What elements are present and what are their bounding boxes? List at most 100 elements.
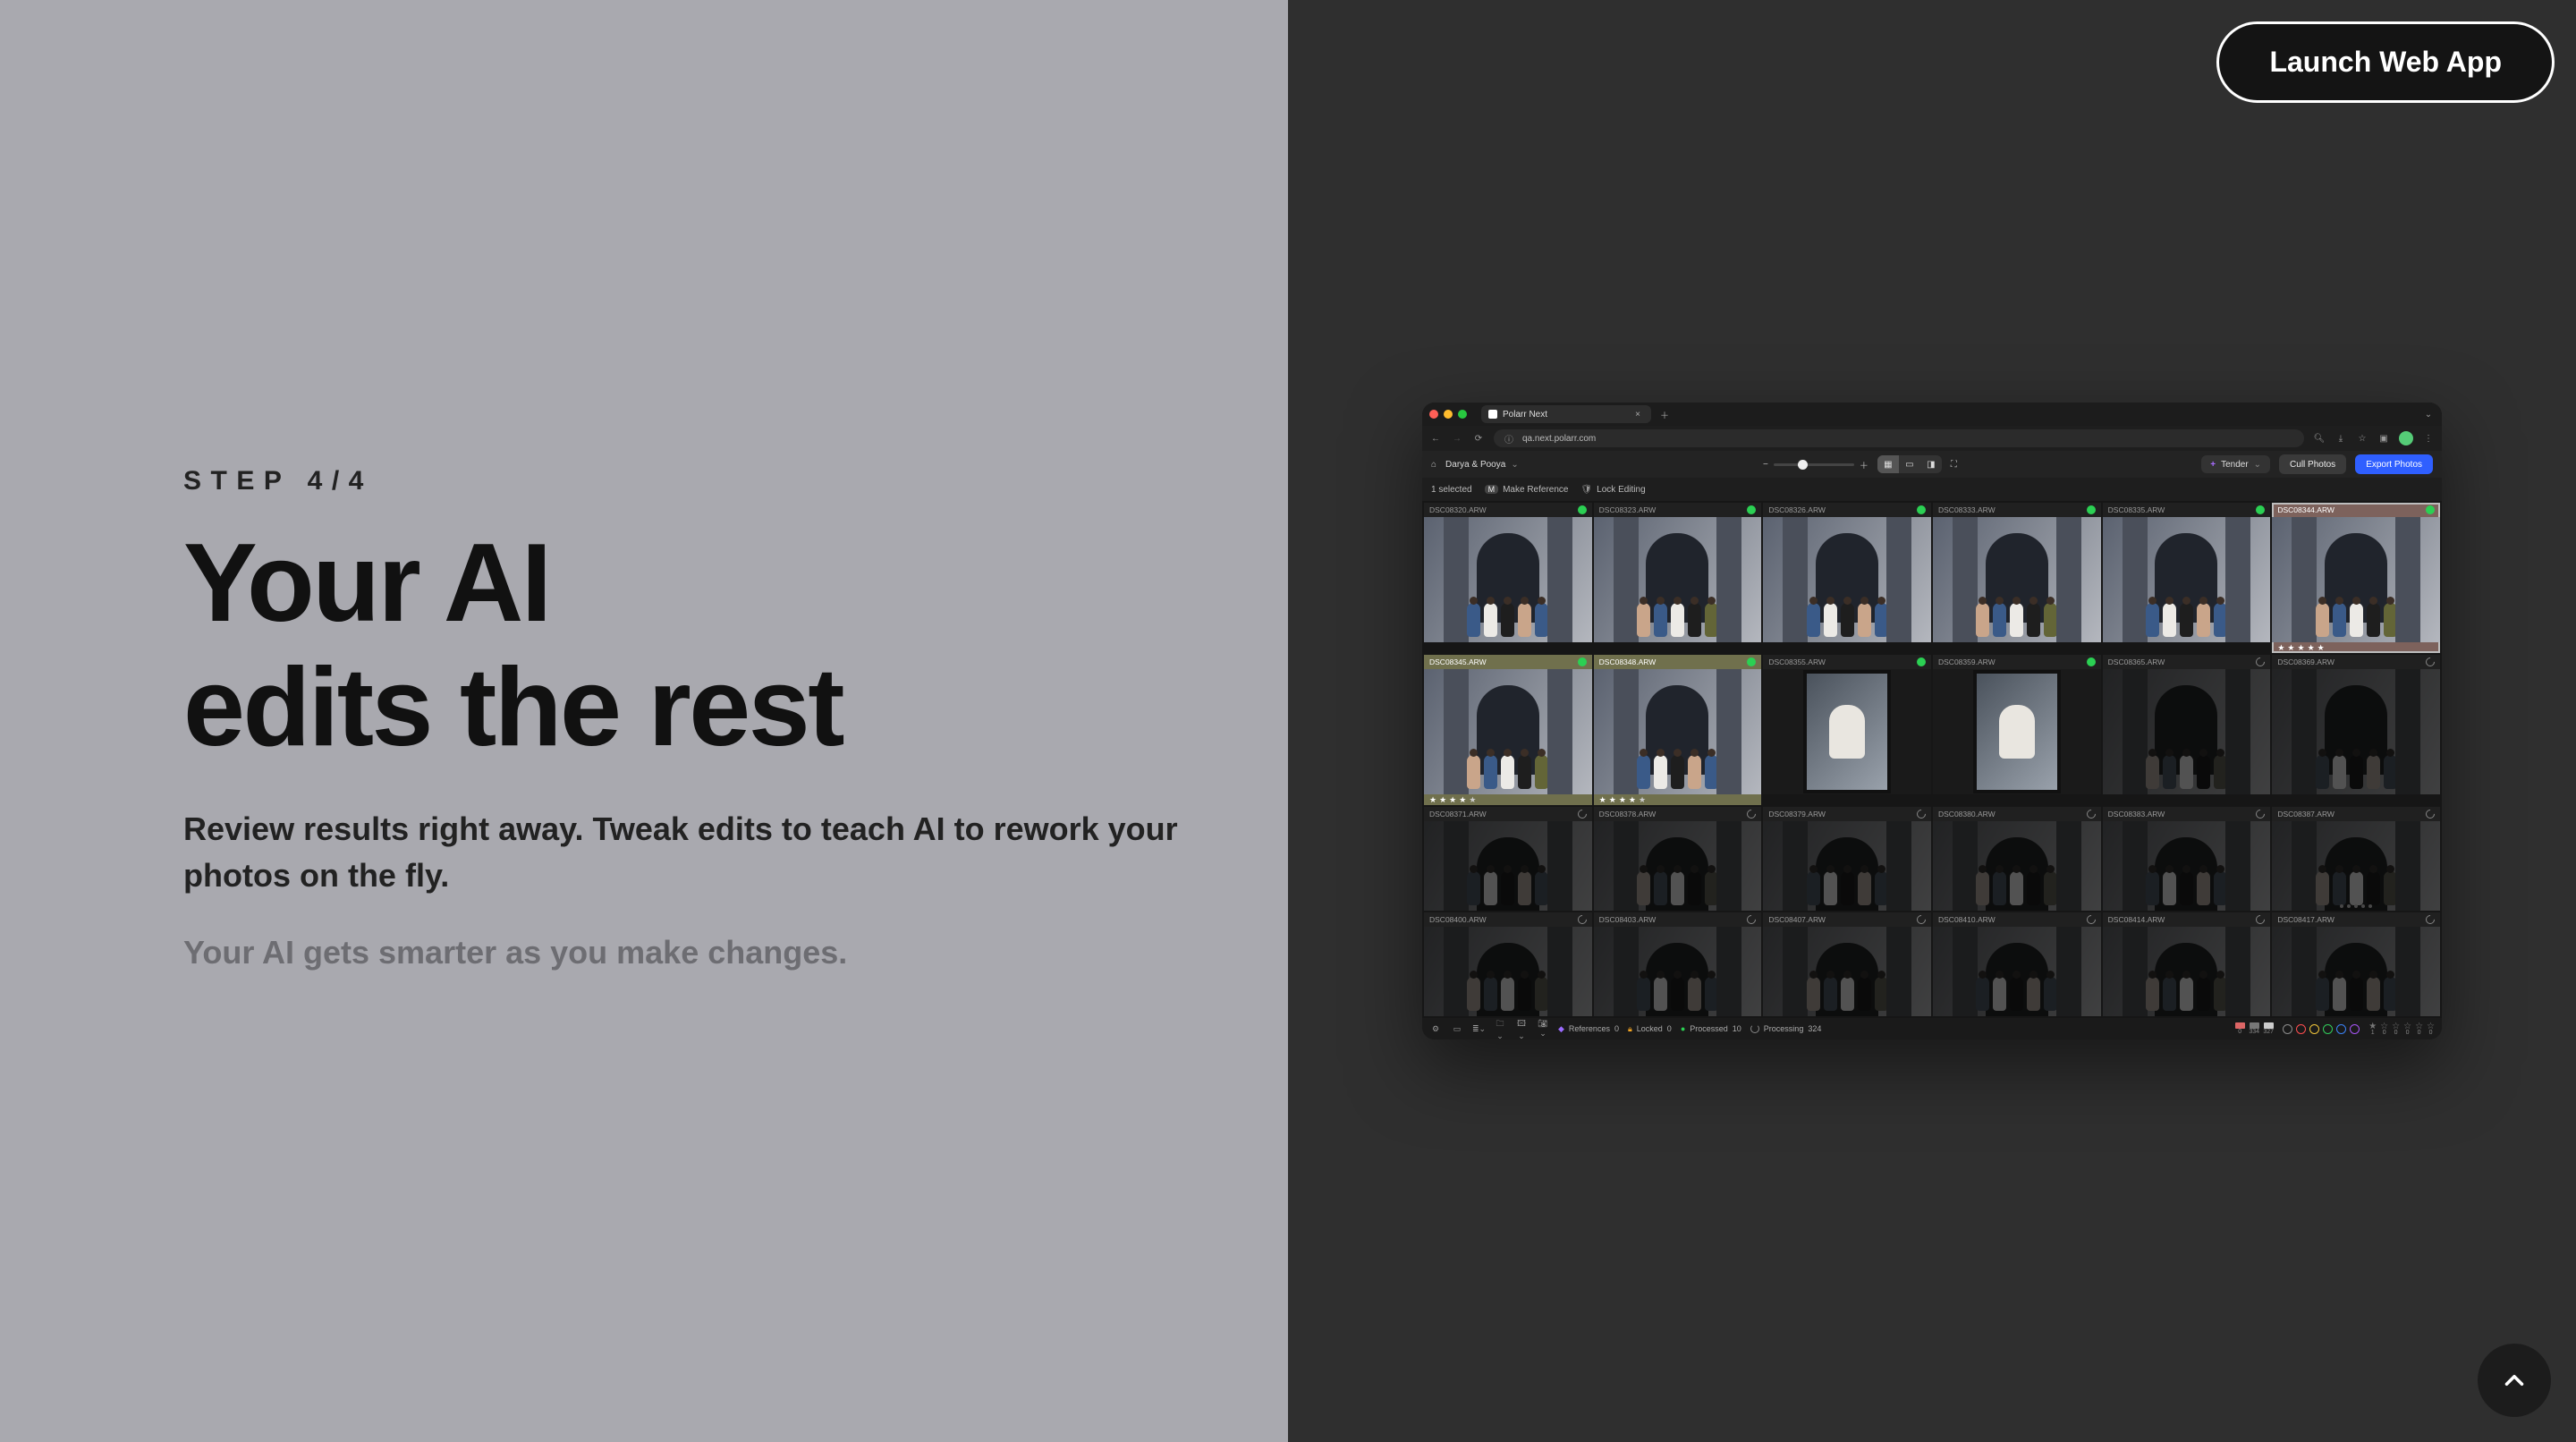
camera-icon[interactable]: 📷︎⌄	[1537, 1019, 1549, 1039]
site-info-icon[interactable]: ⓘ	[1503, 432, 1515, 445]
photo-thumbnail[interactable]: DSC08383.ARW	[2103, 807, 2271, 911]
thumbnail-image	[2103, 927, 2271, 1016]
photo-thumbnail[interactable]: DSC08378.ARW	[1594, 807, 1762, 911]
window-minimize-dot[interactable]	[1444, 410, 1453, 419]
zoom-in-icon[interactable]: ＋	[1860, 458, 1868, 471]
search-icon[interactable]: 🔍︎	[2313, 434, 2326, 444]
processed-counter: ● Processed 10	[1681, 1024, 1741, 1033]
status-processing-icon	[2254, 808, 2267, 820]
compare-view-icon[interactable]: ◨	[1920, 455, 1942, 473]
nav-reload-icon[interactable]: ⟳	[1472, 434, 1485, 444]
photo-thumbnail[interactable]: DSC08333.ARW	[1933, 503, 2101, 653]
tab-overflow-icon[interactable]: ⌄	[2422, 410, 2435, 420]
photo-thumbnail[interactable]: DSC08403.ARW	[1594, 912, 1762, 1016]
zoom-slider[interactable]: − ＋	[1763, 458, 1868, 471]
color-label-filter[interactable]	[2283, 1024, 2360, 1034]
photo-thumbnail[interactable]: DSC08365.ARW	[2103, 655, 2271, 805]
body-paragraph-2: Your AI gets smarter as you make changes…	[183, 929, 1185, 976]
processed-count: 10	[1733, 1024, 1741, 1033]
nav-forward-icon[interactable]: →	[1451, 434, 1463, 444]
photo-thumbnail[interactable]: DSC08379.ARW	[1763, 807, 1931, 911]
scroll-to-top-button[interactable]	[2478, 1344, 2551, 1417]
thumbnail-rating[interactable]: ★★★★★	[1424, 794, 1592, 805]
thumbnail-image	[1594, 927, 1762, 1016]
thumbnail-image	[1763, 669, 1931, 794]
thumbnail-rating[interactable]: ★★★★★	[2272, 642, 2440, 653]
tender-tag-button[interactable]: Tender ⌄	[2201, 455, 2270, 473]
breadcrumb[interactable]: Darya & Pooya ⌄	[1445, 460, 1519, 470]
flag-filter[interactable]: 0 334 327	[2234, 1022, 2274, 1035]
color-red-icon[interactable]	[2296, 1024, 2306, 1034]
bookmark-icon[interactable]: ☆	[2356, 434, 2368, 444]
home-icon[interactable]: ⌂	[1431, 460, 1436, 470]
photo-thumbnail[interactable]: DSC08410.ARW	[1933, 912, 2101, 1016]
color-yellow-icon[interactable]	[2309, 1024, 2319, 1034]
photo-thumbnail[interactable]: DSC08414.ARW	[2103, 912, 2271, 1016]
diamond-icon: ◆	[1558, 1024, 1564, 1034]
color-green-icon[interactable]	[2323, 1024, 2333, 1034]
color-purple-icon[interactable]	[2350, 1024, 2360, 1034]
thumbnail-filename: DSC08379.ARW	[1768, 810, 1826, 819]
photo-thumbnail[interactable]: DSC08407.ARW	[1763, 912, 1931, 1016]
thumbnail-header: DSC08371.ARW	[1424, 807, 1592, 821]
thumbnail-image	[1424, 927, 1592, 1016]
photo-thumbnail[interactable]: DSC08380.ARW	[1933, 807, 2101, 911]
lock-editing-button[interactable]: 🛡︎ Lock Editing	[1580, 485, 1645, 495]
photo-thumbnail[interactable]: DSC08348.ARW★★★★★	[1594, 655, 1762, 805]
photo-thumbnail[interactable]: DSC08417.ARW	[2272, 912, 2440, 1016]
thumbnail-header: DSC08400.ARW	[1424, 912, 1592, 927]
chevron-down-icon: ⌄	[1511, 460, 1518, 470]
browser-tab[interactable]: Polarr Next ×	[1481, 405, 1651, 423]
status-processing-icon	[2254, 913, 2267, 926]
fullscreen-icon[interactable]: ⛶	[1951, 460, 1957, 470]
photo-thumbnail[interactable]: DSC08320.ARW	[1424, 503, 1592, 653]
make-reference-button[interactable]: M Make Reference	[1485, 485, 1569, 495]
thumbnail-filename: DSC08344.ARW	[2277, 505, 2334, 514]
thumbnail-filename: DSC08378.ARW	[1599, 810, 1657, 819]
thumbnail-header: DSC08369.ARW	[2272, 655, 2440, 669]
photo-thumbnail[interactable]: DSC08326.ARW	[1763, 503, 1931, 653]
color-none-icon[interactable]	[2283, 1024, 2292, 1034]
photo-thumbnail[interactable]: DSC08335.ARW	[2103, 503, 2271, 653]
window-zoom-dot[interactable]	[1458, 410, 1467, 419]
thumbnail-image	[2272, 821, 2440, 911]
export-photos-button[interactable]: Export Photos	[2355, 454, 2433, 474]
photo-thumbnail[interactable]: DSC08355.ARW	[1763, 655, 1931, 805]
launch-web-app-button[interactable]: Launch Web App	[2216, 21, 2555, 103]
zoom-track[interactable]	[1774, 463, 1854, 466]
photo-thumbnail[interactable]: DSC08359.ARW	[1933, 655, 2101, 805]
photo-thumbnail[interactable]: DSC08345.ARW★★★★★	[1424, 655, 1592, 805]
tab-favicon	[1488, 410, 1497, 419]
photo-thumbnail[interactable]: DSC08371.ARW	[1424, 807, 1592, 911]
thumbnail-rating[interactable]: ★★★★★	[1594, 794, 1762, 805]
screen-icon[interactable]: ▭	[1451, 1024, 1463, 1034]
browser-menu-icon[interactable]: ⋮	[2422, 434, 2435, 444]
photo-thumbnail[interactable]: DSC08400.ARW	[1424, 912, 1592, 1016]
window-close-dot[interactable]	[1429, 410, 1438, 419]
photo-thumbnail[interactable]: DSC08323.ARW	[1594, 503, 1762, 653]
profile-avatar[interactable]	[2399, 431, 2413, 445]
star-filter[interactable]: ★1 ☆0 ☆0 ☆0 ☆0 ☆0	[2368, 1022, 2435, 1036]
image-icon[interactable]: 🖾⌄	[1515, 1017, 1528, 1040]
new-tab-button[interactable]: ＋	[1658, 408, 1671, 421]
folder-icon[interactable]: 🗀⌄	[1494, 1017, 1506, 1040]
extensions-icon[interactable]: ▣	[2377, 434, 2390, 444]
zoom-handle[interactable]	[1798, 460, 1808, 470]
zoom-out-icon[interactable]: −	[1763, 460, 1768, 470]
settings-icon[interactable]: ⚙︎	[1429, 1024, 1442, 1034]
nav-back-icon[interactable]: ←	[1429, 434, 1442, 444]
photo-thumbnail[interactable]: DSC08369.ARW	[2272, 655, 2440, 805]
photo-thumbnail[interactable]: DSC08344.ARW ★★★★★	[2272, 503, 2440, 653]
photo-thumbnail[interactable]: DSC08387.ARW	[2272, 807, 2440, 911]
filmstrip-view-icon[interactable]: ▭	[1899, 455, 1920, 473]
tab-close-icon[interactable]: ×	[1631, 410, 1644, 420]
grid-view-icon[interactable]: ▦	[1877, 455, 1899, 473]
thumbnail-filename: DSC08400.ARW	[1429, 915, 1487, 924]
cull-photos-button[interactable]: Cull Photos	[2279, 454, 2346, 474]
sort-icon[interactable]: ≣⌄	[1472, 1024, 1485, 1034]
status-done-icon	[1747, 657, 1756, 666]
install-app-icon[interactable]: ⤓	[2334, 434, 2347, 444]
tab-title: Polarr Next	[1503, 410, 1547, 420]
address-bar[interactable]: ⓘ qa.next.polarr.com	[1494, 429, 2304, 447]
color-blue-icon[interactable]	[2336, 1024, 2346, 1034]
